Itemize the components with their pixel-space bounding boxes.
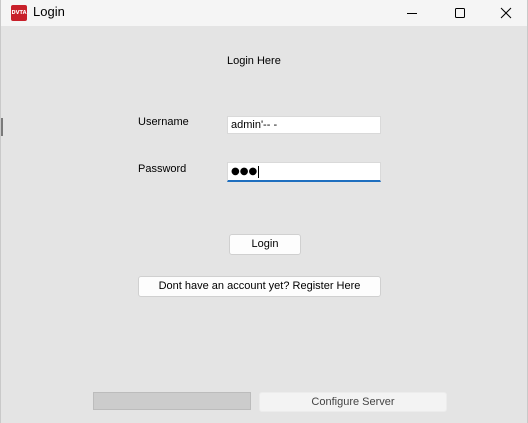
minimize-button[interactable] bbox=[389, 0, 435, 26]
username-value: admin'-- - bbox=[231, 119, 278, 131]
login-window: DVTA Login Login Here Username admin'-- … bbox=[0, 0, 528, 423]
minimize-icon bbox=[407, 13, 417, 14]
login-heading: Login Here bbox=[227, 55, 281, 67]
password-mask: ●●● bbox=[231, 166, 258, 177]
username-field[interactable]: admin'-- - bbox=[227, 116, 381, 134]
maximize-icon bbox=[455, 8, 465, 18]
close-icon bbox=[500, 7, 512, 19]
form-area: Login Here Username admin'-- - Password … bbox=[1, 26, 527, 423]
configure-server-button[interactable]: Configure Server bbox=[259, 392, 447, 412]
progress-bar bbox=[93, 392, 251, 410]
username-label: Username bbox=[138, 116, 189, 128]
app-logo-icon: DVTA bbox=[11, 5, 27, 21]
close-button[interactable] bbox=[483, 0, 527, 26]
maximize-button[interactable] bbox=[437, 0, 483, 26]
password-label: Password bbox=[138, 163, 187, 175]
register-button[interactable]: Dont have an account yet? Register Here bbox=[138, 276, 381, 297]
window-title: Login bbox=[33, 4, 65, 19]
login-button[interactable]: Login bbox=[229, 234, 301, 255]
password-field[interactable]: ●●● bbox=[227, 162, 381, 182]
title-bar[interactable]: DVTA Login bbox=[1, 0, 527, 26]
window-edge bbox=[1, 118, 3, 136]
text-caret bbox=[258, 165, 260, 178]
